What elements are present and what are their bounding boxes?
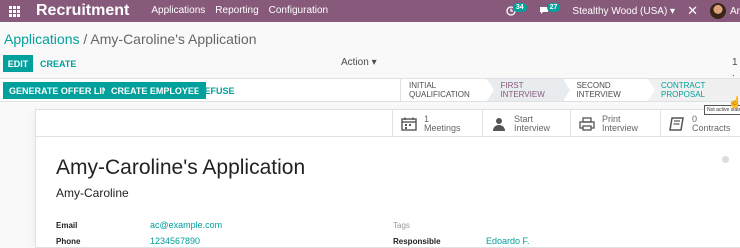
- breadcrumb-separator: /: [83, 31, 88, 47]
- caret-down-icon: ▾: [371, 57, 377, 68]
- menu-configuration[interactable]: Configuration: [269, 0, 328, 22]
- responsible-field[interactable]: Edoardo F.: [486, 236, 530, 246]
- hand-cursor-icon: ☝: [728, 97, 740, 109]
- stage-initial-qualification[interactable]: INITIAL QUALIFICATION: [400, 79, 495, 101]
- application-title[interactable]: Amy-Caroline's Application: [56, 156, 305, 180]
- smart-button-box: 1 Meetings Start Interview Print Interview …: [36, 110, 740, 137]
- refuse-button[interactable]: REFUSE: [198, 82, 235, 99]
- company-switcher[interactable]: Stealthy Wood (USA) ▾: [572, 6, 675, 17]
- pager[interactable]: 1 .: [732, 57, 740, 79]
- close-icon[interactable]: ✕: [687, 3, 698, 19]
- form-statusbar: GENERATE OFFER LINK CREATE EMPLOYEE REFU…: [0, 78, 740, 102]
- print-interview-line2: Interview: [602, 122, 639, 133]
- breadcrumb: Applications / Amy-Caroline's Applicatio…: [4, 31, 257, 47]
- stage-contract-proposal[interactable]: CONTRACT PROPOSAL: [647, 79, 740, 101]
- create-button[interactable]: CREATE: [40, 55, 76, 72]
- app-brand[interactable]: Recruitment: [36, 0, 129, 22]
- start-interview-smart-button[interactable]: Start Interview: [482, 110, 570, 137]
- stage-first-interview[interactable]: FIRST INTERVIEW: [487, 79, 571, 101]
- stage-pipeline: INITIAL QUALIFICATION FIRST INTERVIEW SE…: [400, 79, 740, 101]
- apps-menu-icon[interactable]: [0, 0, 28, 22]
- book-icon: [669, 116, 684, 131]
- breadcrumb-parent[interactable]: Applications: [4, 31, 80, 47]
- kanban-state-dot[interactable]: [722, 156, 729, 163]
- phone-field[interactable]: 1234567890: [150, 236, 200, 246]
- top-navbar: Recruitment Applications Reporting Confi…: [0, 0, 740, 22]
- user-name[interactable]: Ar: [730, 6, 740, 17]
- user-avatar[interactable]: [710, 3, 726, 19]
- tags-label: Tags: [393, 221, 410, 230]
- stage-second-interview[interactable]: SECOND INTERVIEW: [563, 79, 655, 101]
- menu-reporting[interactable]: Reporting: [215, 0, 258, 22]
- meetings-label: Meetings: [424, 122, 461, 133]
- contracts-label: Contracts: [692, 122, 731, 133]
- edit-button[interactable]: EDIT: [3, 55, 33, 72]
- activity-button[interactable]: 34: [506, 2, 527, 16]
- user-icon: [493, 117, 505, 131]
- generate-offer-link-button[interactable]: GENERATE OFFER LINK: [3, 82, 121, 99]
- action-label: Action: [341, 57, 369, 68]
- messages-button[interactable]: 27: [539, 2, 561, 16]
- start-interview-line2: Interview: [514, 122, 551, 133]
- meetings-smart-button[interactable]: 1 Meetings: [392, 110, 482, 137]
- print-interview-smart-button[interactable]: Print Interview: [570, 110, 660, 137]
- calendar-icon: [401, 117, 417, 131]
- email-label: Email: [56, 221, 78, 230]
- applicant-name[interactable]: Amy-Caroline: [56, 186, 129, 200]
- action-dropdown[interactable]: Action ▾: [341, 57, 377, 68]
- responsible-label: Responsible: [393, 237, 441, 246]
- print-icon: [579, 116, 595, 131]
- message-count-badge: 27: [546, 2, 561, 12]
- email-field[interactable]: ac@example.com: [150, 220, 222, 230]
- company-name: Stealthy Wood (USA): [572, 5, 668, 17]
- phone-label: Phone: [56, 237, 81, 246]
- activity-count-badge: 34: [512, 2, 527, 12]
- breadcrumb-current: Amy-Caroline's Application: [90, 31, 257, 47]
- form-sheet: 1 Meetings Start Interview Print Interview …: [35, 109, 740, 248]
- create-employee-button[interactable]: CREATE EMPLOYEE: [105, 82, 206, 99]
- menu-applications[interactable]: Applications: [151, 0, 205, 22]
